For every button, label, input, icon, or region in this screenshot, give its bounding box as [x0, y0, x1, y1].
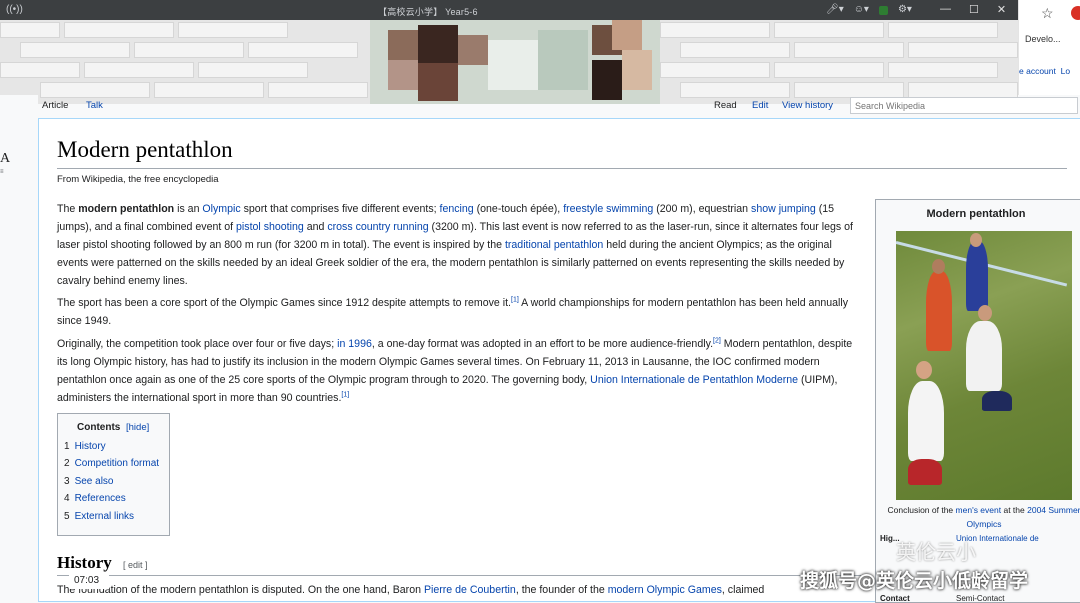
- video-timestamp: 07:03: [69, 573, 109, 589]
- table-of-contents: Contents [hide] 1 History 2 Competition fo…: [57, 413, 170, 536]
- history-divider: [57, 575, 861, 576]
- close-button[interactable]: ✕: [997, 3, 1006, 16]
- infobox-title: Modern pentathlon: [926, 208, 1026, 220]
- search-input[interactable]: [850, 97, 1078, 114]
- title-bar: ((•)) 【高校云小学】 Year5-6 🎤︎▾ ☺▾ ⚙▾ — ☐ ✕: [0, 0, 1080, 22]
- page-tagline: From Wikipedia, the free encyclopedia: [57, 174, 219, 185]
- traditional-pentathlon-link[interactable]: traditional pentathlon: [505, 239, 603, 251]
- page-tabs: Article Talk Read Edit View history: [38, 96, 1080, 118]
- toc-title: Contents: [77, 422, 121, 433]
- history-edit-link[interactable]: [ edit ]: [123, 560, 148, 570]
- 1996-link[interactable]: in 1996: [337, 338, 372, 350]
- history-summary-paragraph: Originally, the competition took place o…: [57, 337, 853, 404]
- page-title: Modern pentathlon: [57, 137, 233, 162]
- infobox-caption: Conclusion of the men's event at the 200…: [887, 505, 1080, 529]
- window-controls: — ☐ ✕: [940, 3, 1006, 16]
- maximize-button[interactable]: ☐: [969, 3, 979, 16]
- modern-olympic-games-link[interactable]: modern Olympic Games: [608, 584, 722, 596]
- tray: 🎤︎▾ ☺▾ ⚙▾: [826, 4, 912, 15]
- minimize-button[interactable]: —: [940, 3, 951, 16]
- show-jumping-link[interactable]: show jumping: [751, 203, 816, 215]
- status-icon[interactable]: [878, 6, 888, 15]
- mic-icon[interactable]: 🎤︎▾: [826, 4, 844, 15]
- settings-icon[interactable]: ⚙▾: [898, 4, 912, 15]
- reference-link[interactable]: [1]: [511, 296, 519, 303]
- cross-country-link[interactable]: cross country running: [327, 221, 428, 233]
- wikipedia-logo[interactable]: A: [0, 151, 10, 167]
- watermark-logo: 英伦云小: [896, 540, 976, 564]
- left-sidebar: A ≡: [0, 95, 38, 602]
- tab-article[interactable]: Article: [42, 100, 68, 111]
- window-title: 【高校云小学】 Year5-6: [378, 7, 478, 17]
- olympic-link[interactable]: Olympic: [202, 203, 240, 215]
- history-paragraph: The foundation of the modern pentathlon …: [57, 584, 765, 596]
- browser-chrome-right: ☆ Develo... e account Lo: [1018, 0, 1080, 95]
- webcam-overlay: [0, 20, 1018, 104]
- history-heading: History: [57, 553, 112, 572]
- article-content: Modern pentathlon From Wikipedia, the fr…: [38, 118, 1080, 603]
- reference-link[interactable]: [2]: [713, 337, 721, 344]
- pistol-shooting-link[interactable]: pistol shooting: [236, 221, 304, 233]
- broadcast-icon[interactable]: ((•)): [6, 4, 23, 16]
- user-icon[interactable]: ☺▾: [854, 4, 869, 15]
- toc-item[interactable]: 2 Competition format: [64, 458, 159, 469]
- fencing-link[interactable]: fencing: [440, 203, 474, 215]
- developer-link[interactable]: Develo...: [1025, 34, 1061, 44]
- pierre-de-coubertin-link[interactable]: Pierre de Coubertin: [424, 584, 516, 596]
- uipm-link[interactable]: Union Internationale de Pentathlon Moder…: [590, 374, 798, 386]
- toc-item[interactable]: 4 References: [64, 493, 126, 504]
- mens-event-link[interactable]: men's event: [956, 505, 1002, 515]
- freestyle-swimming-link[interactable]: freestyle swimming: [563, 203, 653, 215]
- toc-hide-link[interactable]: [hide]: [126, 422, 149, 433]
- infobox-photo[interactable]: [896, 231, 1072, 500]
- toc-item[interactable]: 3 See also: [64, 476, 113, 487]
- tab-talk[interactable]: Talk: [86, 100, 103, 111]
- reference-link[interactable]: [1]: [341, 391, 349, 398]
- intro-paragraph: The modern pentathlon is an Olympic spor…: [57, 203, 853, 287]
- title-divider: [57, 168, 1067, 169]
- bookmark-star-icon[interactable]: ☆: [1041, 5, 1054, 22]
- olympic-paragraph: The sport has been a core sport of the O…: [57, 296, 849, 327]
- toc-item[interactable]: 5 External links: [64, 511, 134, 522]
- tab-view-history[interactable]: View history: [782, 100, 833, 111]
- create-account-link[interactable]: e account Lo: [1019, 66, 1070, 76]
- toc-item[interactable]: 1 History: [64, 441, 106, 452]
- tab-edit[interactable]: Edit: [752, 100, 768, 111]
- profile-avatar[interactable]: [1071, 6, 1080, 20]
- watermark-text: 搜狐号@英伦云小低龄留学: [800, 570, 1029, 592]
- logo-tagline: ≡: [0, 169, 4, 175]
- tab-read[interactable]: Read: [714, 100, 737, 111]
